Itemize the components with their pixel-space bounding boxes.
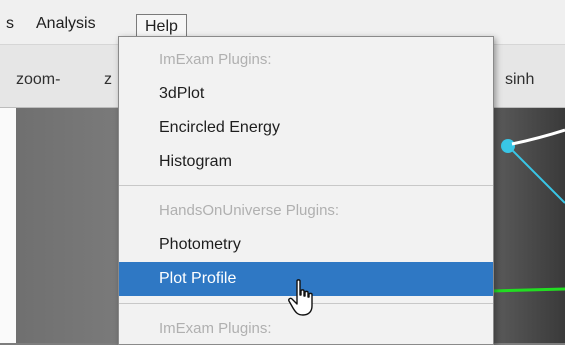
menu-item-3dplot[interactable]: 3dPlot: [119, 77, 493, 111]
menu-separator: [119, 185, 493, 186]
green-profile-line: [491, 287, 565, 293]
white-arc: [511, 128, 565, 146]
sinh-scale-button[interactable]: sinh: [505, 71, 534, 89]
menu-header-imexam: ImExam Plugins:: [159, 51, 272, 68]
menu-item-photometry[interactable]: Photometry: [119, 228, 493, 262]
menu-header-handsonuniverse: HandsOnUniverse Plugins:: [159, 202, 340, 219]
left-frame: [0, 108, 16, 343]
menu-item-encircled-energy[interactable]: Encircled Energy: [119, 111, 493, 145]
menu-analysis[interactable]: Analysis: [36, 12, 96, 36]
menu-item-histogram[interactable]: Histogram: [119, 145, 493, 179]
menu-partial-item[interactable]: s: [6, 12, 14, 36]
profile-endpoint-marker[interactable]: [501, 139, 515, 153]
zoom-partial-button[interactable]: z: [104, 71, 112, 89]
hand-pointer-icon: [288, 279, 313, 316]
cyan-profile-line: [507, 145, 565, 204]
zoom-out-button[interactable]: zoom-: [16, 71, 60, 89]
